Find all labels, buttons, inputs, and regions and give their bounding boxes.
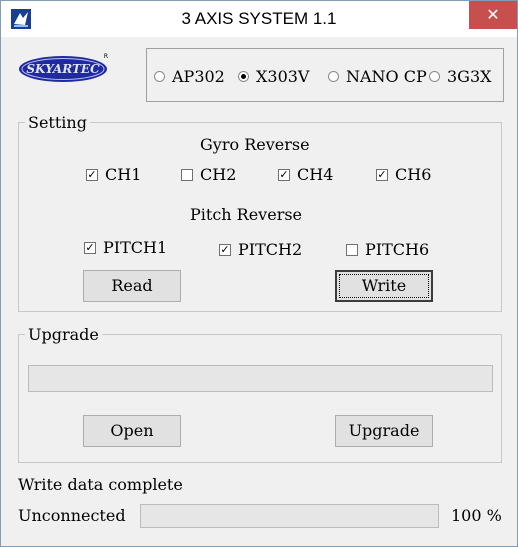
model-selector: AP302 X303V NANO CP 3G3X [146,48,504,102]
skyartec-logo: SKYARTEC R [19,53,108,82]
close-button[interactable]: ✕ [469,1,517,29]
status-progress-text: 100 % [451,506,502,525]
radio-3g3x[interactable]: 3G3X [429,67,492,86]
checkbox[interactable] [219,243,231,256]
checkbox-label: CH6 [395,165,432,184]
radio-button[interactable] [328,71,339,82]
checkbox-pitch6[interactable]: PITCH6 [346,240,429,259]
checkbox-pitch1[interactable]: PITCH1 [84,238,167,257]
radio-x303v[interactable]: X303V [238,67,309,86]
checkbox-label: CH4 [297,165,334,184]
write-button[interactable]: Write [335,270,433,302]
status-message: Write data complete [18,475,183,494]
focus-rectangle [339,274,429,298]
checkbox-label: PITCH2 [238,240,303,259]
open-button[interactable]: Open [83,415,181,447]
checkbox[interactable] [278,168,290,181]
upgrade-button[interactable]: Upgrade [335,415,433,447]
radio-ap302[interactable]: AP302 [154,67,225,86]
radio-label: NANO CP [346,67,427,86]
checkbox-label: CH1 [105,165,142,184]
checkbox-label: PITCH6 [365,240,430,259]
window-title: 3 AXIS SYSTEM 1.1 [181,9,337,28]
checkbox-label: PITCH1 [103,238,168,257]
gyro-reverse-heading: Gyro Reverse [200,135,310,154]
checkbox-ch2[interactable]: CH2 [181,165,236,184]
setting-legend: Setting [28,113,87,132]
checkbox[interactable] [376,168,388,181]
status-progress-bar [140,504,439,528]
checkbox-ch6[interactable]: CH6 [376,165,431,184]
checkbox[interactable] [346,243,358,256]
close-icon: ✕ [486,5,500,24]
checkbox-pitch2[interactable]: PITCH2 [219,240,302,259]
pitch-reverse-heading: Pitch Reverse [190,205,303,224]
radio-button[interactable] [238,71,249,82]
radio-label: 3G3X [447,67,492,86]
read-button[interactable]: Read [83,270,181,302]
radio-label: AP302 [172,67,225,86]
upgrade-progress-bar [28,365,493,392]
checkbox[interactable] [181,168,193,181]
checkbox-ch4[interactable]: CH4 [278,165,333,184]
radio-label: X303V [256,67,310,86]
radio-button[interactable] [154,71,165,82]
checkbox-label: CH2 [200,165,237,184]
checkbox-ch1[interactable]: CH1 [86,165,141,184]
checkbox[interactable] [86,168,98,181]
checkbox[interactable] [84,241,96,254]
radio-button[interactable] [429,71,440,82]
radio-nano-cp[interactable]: NANO CP [328,67,427,86]
app-window: 3 AXIS SYSTEM 1.1 ✕ SKYARTEC R AP302 X30… [0,0,518,547]
logo-registered-mark: R [104,53,108,60]
logo-text: SKYARTEC [26,62,100,76]
title-bar[interactable]: 3 AXIS SYSTEM 1.1 ✕ [1,1,517,37]
upgrade-legend: Upgrade [28,325,99,344]
connection-status: Unconnected [18,506,126,525]
